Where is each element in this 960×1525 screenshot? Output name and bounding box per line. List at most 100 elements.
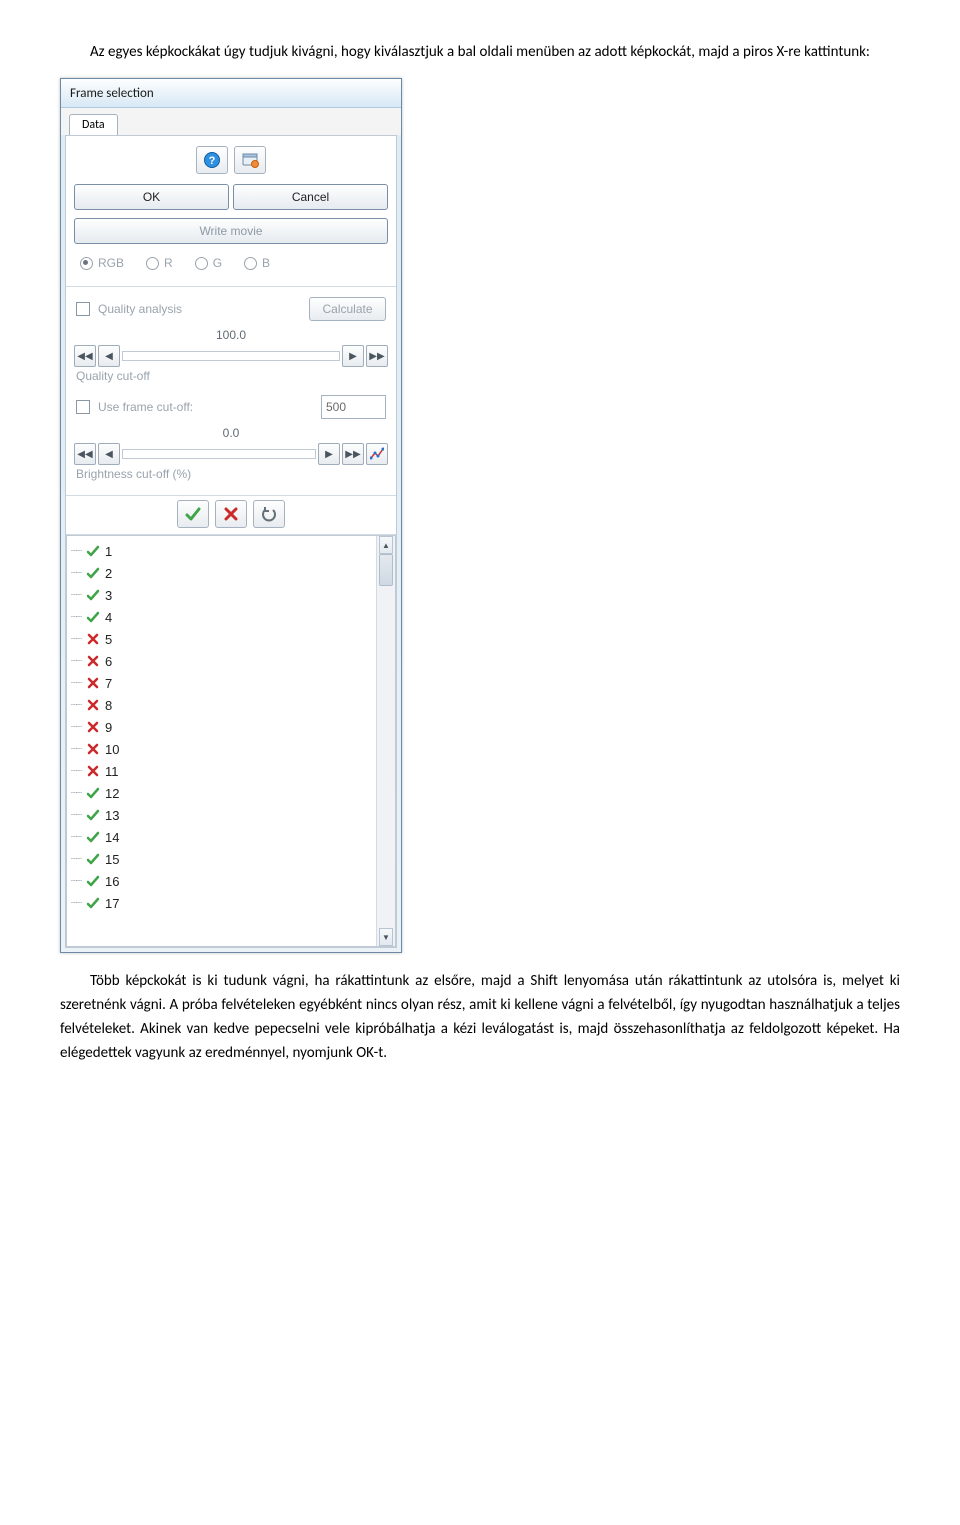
dialog-frame-selection: Frame selection Data ? xyxy=(60,78,402,953)
chart-line-icon xyxy=(370,447,384,461)
tree-branch-icon: ┈┈ xyxy=(71,634,81,645)
frame-list-item[interactable]: ┈┈11 xyxy=(69,760,374,782)
frame-list-item[interactable]: ┈┈17 xyxy=(69,892,374,914)
frame-list-item[interactable]: ┈┈ 4 xyxy=(69,606,374,628)
color-channel-radios: RGB R G B xyxy=(72,250,390,280)
rewind-icon[interactable]: ◀◀ xyxy=(74,345,96,367)
frame-cutoff-input[interactable]: 500 xyxy=(321,395,386,419)
slider-track[interactable] xyxy=(122,351,340,361)
frame-list-item[interactable]: ┈┈13 xyxy=(69,804,374,826)
frame-list-item[interactable]: ┈┈ 6 xyxy=(69,650,374,672)
graph-icon[interactable] xyxy=(366,443,388,465)
step-forward-icon[interactable]: ▶ xyxy=(318,443,340,465)
tree-branch-icon: ┈┈ xyxy=(71,656,81,667)
tree-branch-icon: ┈┈ xyxy=(71,832,81,843)
frame-number: 7 xyxy=(105,676,112,691)
fast-forward-icon[interactable]: ▶▶ xyxy=(366,345,388,367)
reject-frame-button[interactable] xyxy=(215,500,247,528)
use-frame-cutoff-checkbox[interactable] xyxy=(76,400,90,414)
frame-list-item[interactable]: ┈┈ 15 xyxy=(69,848,374,870)
radio-icon xyxy=(80,257,93,270)
frame-number: 4 xyxy=(105,610,112,625)
step-forward-icon[interactable]: ▶ xyxy=(342,345,364,367)
brightness-value: 0.0 xyxy=(72,423,390,443)
cross-icon xyxy=(85,698,101,712)
frame-list-item[interactable]: ┈┈8 xyxy=(69,694,374,716)
scroll-thumb[interactable] xyxy=(379,554,393,586)
tree-branch-icon: ┈┈ xyxy=(71,700,81,711)
frame-list-item[interactable]: ┈┈12 xyxy=(69,782,374,804)
scrollbar[interactable]: ▲ ▼ xyxy=(376,536,395,946)
window-icon-button[interactable] xyxy=(234,146,266,174)
write-movie-button[interactable]: Write movie xyxy=(74,218,388,244)
frame-list-item[interactable]: ┈┈ 7 xyxy=(69,672,374,694)
radio-r[interactable]: R xyxy=(146,256,173,270)
check-icon xyxy=(85,588,101,602)
tree-branch-icon: ┈┈ xyxy=(71,612,81,623)
radio-icon xyxy=(146,257,159,270)
frame-list-item[interactable]: ┈┈ 14 xyxy=(69,826,374,848)
ok-button[interactable]: OK xyxy=(74,184,229,210)
radio-b[interactable]: B xyxy=(244,256,270,270)
slider-track[interactable] xyxy=(122,449,316,459)
cross-icon xyxy=(85,742,101,756)
check-icon xyxy=(184,505,202,523)
frame-list-item[interactable]: ┈┈1 xyxy=(69,540,374,562)
tree-branch-icon: ┈┈ xyxy=(71,590,81,601)
frame-list-item[interactable]: ┈┈5 xyxy=(69,628,374,650)
frame-list-item[interactable]: ┈┈ 10 xyxy=(69,738,374,760)
tree-branch-icon: ┈┈ xyxy=(71,722,81,733)
brightness-cutoff-label: Brightness cut-off (%) xyxy=(72,465,390,489)
scroll-down-icon[interactable]: ▼ xyxy=(379,928,393,946)
radio-g[interactable]: G xyxy=(195,256,222,270)
tree-branch-icon: ┈┈ xyxy=(71,678,81,689)
frame-list-item[interactable]: ┈┈2 xyxy=(69,562,374,584)
brightness-slider[interactable]: ◀◀ ◀ ▶ ▶▶ xyxy=(72,443,390,465)
cross-icon xyxy=(85,720,101,734)
fast-forward-icon[interactable]: ▶▶ xyxy=(342,443,364,465)
tree-branch-icon: ┈┈ xyxy=(71,898,81,909)
help-icon-button[interactable]: ? xyxy=(196,146,228,174)
frame-number: 10 xyxy=(105,742,119,757)
help-icon: ? xyxy=(203,151,221,169)
frame-number: 15 xyxy=(105,852,119,867)
frame-list-item[interactable]: ┈┈ 3 xyxy=(69,584,374,606)
calculate-button[interactable]: Calculate xyxy=(309,297,386,321)
step-back-icon[interactable]: ◀ xyxy=(98,345,120,367)
rewind-icon[interactable]: ◀◀ xyxy=(74,443,96,465)
use-frame-cutoff-label: Use frame cut-off: xyxy=(98,400,193,414)
frame-list-item[interactable]: ┈┈16 xyxy=(69,870,374,892)
frame-number: 6 xyxy=(105,654,112,669)
tree-branch-icon: ┈┈ xyxy=(71,744,81,755)
quality-slider[interactable]: ◀◀ ◀ ▶ ▶▶ xyxy=(72,345,390,367)
frame-number: 14 xyxy=(105,830,119,845)
accept-frame-button[interactable] xyxy=(177,500,209,528)
check-icon xyxy=(85,610,101,624)
cancel-button[interactable]: Cancel xyxy=(233,184,388,210)
scroll-up-icon[interactable]: ▲ xyxy=(379,536,393,554)
cross-icon xyxy=(85,764,101,778)
reset-button[interactable] xyxy=(253,500,285,528)
paragraph-1: Az egyes képkockákat úgy tudjuk kivágni,… xyxy=(60,40,900,64)
frame-number: 13 xyxy=(105,808,119,823)
check-icon xyxy=(85,852,101,866)
frame-list[interactable]: ┈┈1┈┈2┈┈3┈┈4┈┈5┈┈6┈┈7┈┈8┈┈9┈┈10┈┈11┈┈12┈… xyxy=(67,536,376,946)
quality-value: 100.0 xyxy=(72,325,390,345)
check-icon xyxy=(85,830,101,844)
window-title: Frame selection xyxy=(70,86,154,101)
tree-branch-icon: ┈┈ xyxy=(71,854,81,865)
check-icon xyxy=(85,544,101,558)
cross-icon xyxy=(85,632,101,646)
cross-icon xyxy=(222,505,240,523)
svg-text:?: ? xyxy=(209,155,216,167)
radio-rgb[interactable]: RGB xyxy=(80,256,124,270)
quality-analysis-checkbox[interactable] xyxy=(76,302,90,316)
titlebar: Frame selection xyxy=(61,79,401,108)
frame-number: 3 xyxy=(105,588,112,603)
radio-icon xyxy=(195,257,208,270)
tab-data[interactable]: Data xyxy=(69,114,118,135)
tree-branch-icon: ┈┈ xyxy=(71,546,81,557)
check-icon xyxy=(85,566,101,580)
frame-list-item[interactable]: ┈┈9 xyxy=(69,716,374,738)
step-back-icon[interactable]: ◀ xyxy=(98,443,120,465)
